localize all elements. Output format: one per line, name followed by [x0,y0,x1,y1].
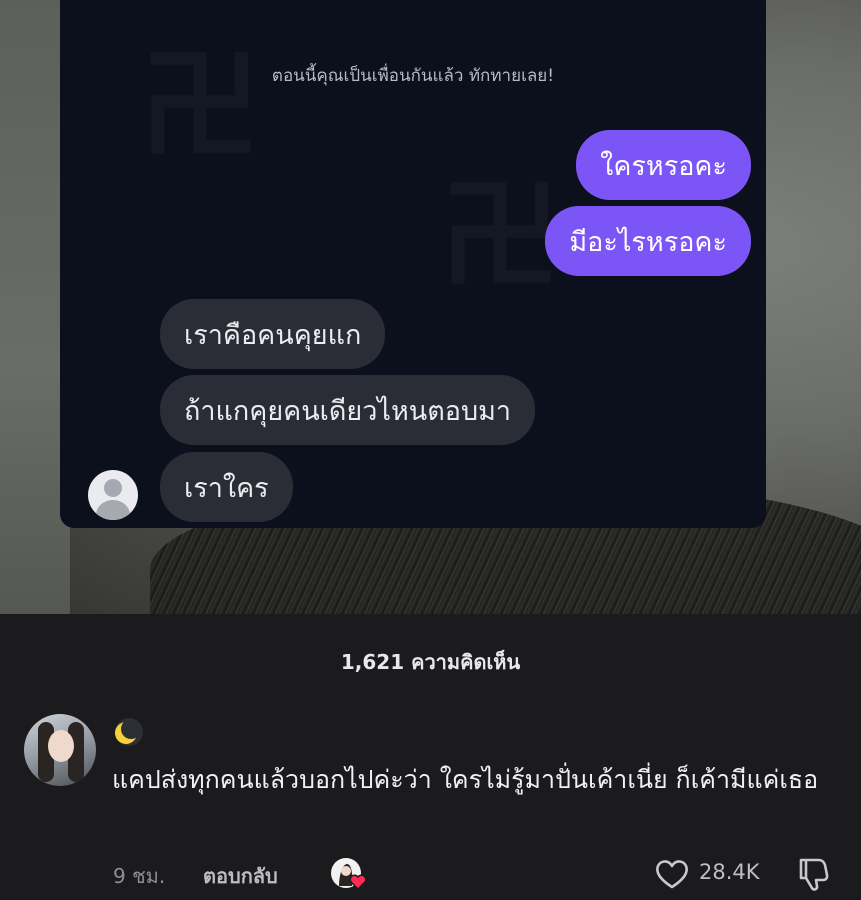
heart-icon[interactable] [654,858,690,890]
outgoing-message-bubble: มีอะไรหรอคะ [545,206,751,276]
avatar[interactable] [24,714,96,786]
default-user-icon [88,470,138,520]
comments-panel: 1,621 ความคิดเห็น แคปส่งทุกคนแล้วบอกไปค่… [0,614,861,900]
incoming-message-bubble: ถ้าแกคุยคนเดียวไหนตอบมา [160,375,536,445]
system-message: ตอนนี้คุณเป็นเพื่อนกันแล้ว ทักทายเลย! [271,66,555,86]
creator-liked-icon [331,858,367,891]
incoming-message-bubble: เราคือคนคุยแก [160,299,386,369]
crescent-moon-emoji[interactable] [113,716,145,748]
incoming-message-bubble: เราใคร [160,452,293,522]
like-count: 28.4K [699,860,760,884]
outgoing-message-bubble: ใครหรอคะ [576,130,751,200]
background-pattern: 卍 [140,8,260,182]
background-pattern: 卍 [440,138,560,312]
chat-screenshot: 卍 卍 ตอนนี้คุณเป็นเพื่อนกันแล้ว ทักทายเลย… [60,0,766,528]
comment-count: 1,621 ความคิดเห็น [340,650,521,674]
reply-button[interactable]: ตอบกลับ [203,860,278,892]
video-frame[interactable]: 卍 卍 ตอนนี้คุณเป็นเพื่อนกันแล้ว ทักทายเลย… [0,0,861,614]
thumbs-down-icon[interactable] [795,856,831,892]
comment-time: 9 ชม. [113,864,166,888]
comment-text: แคปส่งทุกคนแล้วบอกไปค่ะว่า ใครไม่รู้มาปั… [112,765,819,794]
